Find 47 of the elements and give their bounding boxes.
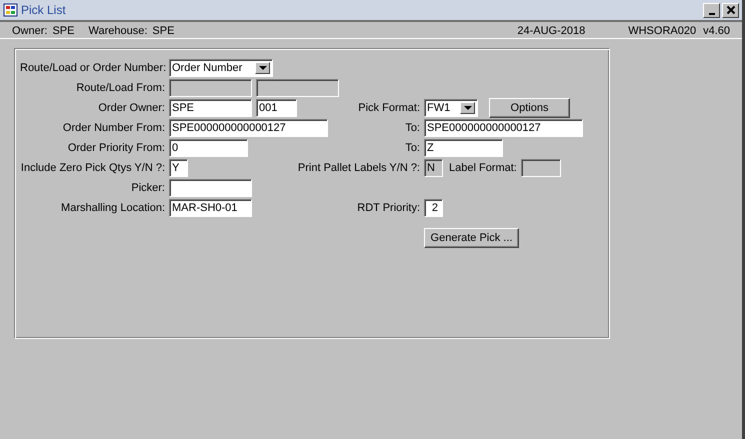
dropdown-value: Order Number [172,62,244,74]
field-label: Order Owner: [97,102,165,114]
field-label: To: [404,142,420,154]
action-button[interactable]: Options [489,98,570,118]
program-code: WHSORA020 [628,25,696,37]
input-field[interactable]: SPE [169,99,252,117]
field-label: Print Pallet Labels Y/N ?: [296,162,420,174]
input-field[interactable]: SPE000000000000127 [424,119,583,137]
input-field[interactable]: Z [424,139,503,157]
version-text: v4.60 [703,25,730,37]
dropdown[interactable]: Order Number [169,59,273,77]
minimize-button[interactable] [703,2,720,18]
owner-value: SPE [52,25,74,37]
action-button[interactable]: Generate Pick ... [424,228,519,248]
dropdown[interactable]: FW1 [424,99,478,117]
caret-icon [464,106,472,110]
field-label: To: [404,122,420,134]
field-label: Label Format: [449,162,517,174]
caret-icon [258,66,266,70]
input-field[interactable]: 2 [424,199,443,217]
dropdown-button[interactable] [255,62,270,74]
field-label: Route/Load From: [75,82,165,94]
field-label: Pick Format: [357,102,420,114]
field-label: Picker: [130,182,165,194]
field-label: RDT Priority: [356,202,420,214]
dropdown-button[interactable] [460,102,475,114]
close-icon [726,5,736,15]
input-field[interactable]: 001 [256,99,297,117]
field-label: Marshalling Location: [60,202,165,214]
window-title: Pick List [21,3,66,17]
close-button[interactable] [722,2,739,18]
field-label: Order Priority From: [66,142,165,154]
warehouse-label: Warehouse: [88,25,148,37]
input-field[interactable]: Y [169,159,188,177]
warehouse-value: SPE [152,25,174,37]
minimize-icon [708,12,714,14]
owner-label: Owner: [12,25,48,37]
dropdown-value: FW1 [427,102,452,114]
field-label: Order Number From: [62,122,165,134]
date-text: 24-AUG-2018 [517,25,586,37]
input-field[interactable]: 0 [169,139,248,157]
input-field[interactable] [169,179,252,197]
app-icon [3,2,19,18]
input-field[interactable]: MAR-SH0-01 [169,199,252,217]
field-label: Include Zero Pick Qtys Y/N ?: [20,162,165,174]
field-label: Route/Load or Order Number: [20,62,165,74]
input-field[interactable]: SPE000000000000127 [169,119,328,137]
